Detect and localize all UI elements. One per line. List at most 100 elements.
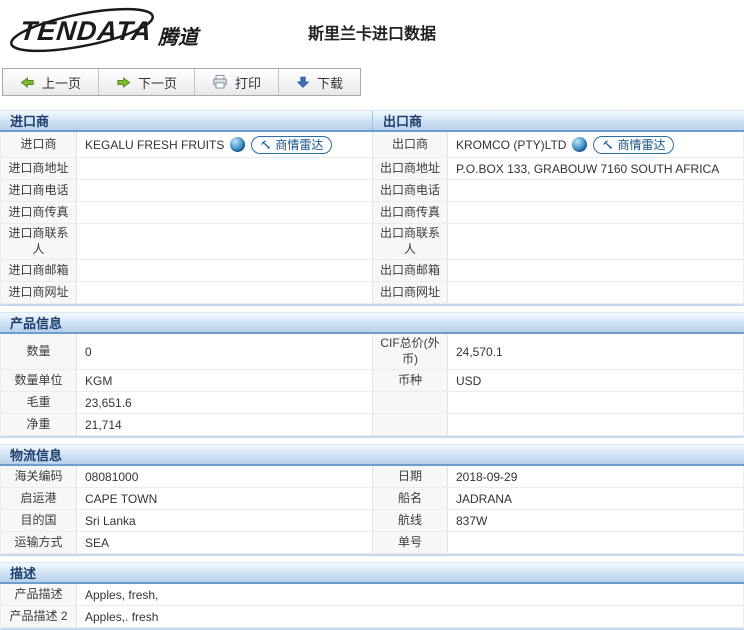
- field-value: 837W: [456, 513, 488, 528]
- table-row: 数量单位 KGM 币种 USD: [1, 370, 743, 393]
- field-value: JADRANA: [456, 491, 513, 506]
- globe-icon[interactable]: [572, 137, 588, 152]
- field-value: [77, 180, 373, 201]
- next-page-button[interactable]: 下一页: [98, 69, 194, 95]
- field-value: 08081000: [77, 466, 373, 488]
- toolbar: 上一页 下一页 打印 下载: [2, 68, 362, 96]
- table-row: 产品描述 2 Apples,. fresh: [1, 606, 743, 629]
- field-label: 航线: [373, 510, 448, 532]
- radar-button-label: 商情雷达: [617, 138, 666, 152]
- table-row: 数量 0 CIF总价(外币) 24,570.1: [1, 334, 743, 371]
- field-label: 进口商传真: [1, 202, 77, 223]
- field-label: 出口商: [373, 132, 448, 157]
- section-product: 产品信息 数量 0 CIF总价(外币) 24,570.1 数量单位 KGM 币种 USD 毛重 23…: [0, 312, 744, 439]
- table-row: 进口商传真 出口商传真: [1, 202, 743, 224]
- download-label: 下载: [317, 75, 344, 91]
- section-logistics: 物流信息 海关编码 08081000 日期 2018-09-29 启运港 CAPE TOWN…: [0, 444, 744, 557]
- field-value: [448, 392, 743, 413]
- arrow-left-icon: [20, 76, 34, 88]
- field-value: 2018-09-29: [456, 469, 518, 484]
- field-label: 海关编码: [1, 466, 77, 488]
- masthead: TENDATA 腾道 斯里兰卡进口数据: [0, 0, 744, 60]
- table-row: 进口商网址 出口商网址: [1, 282, 743, 305]
- field-value: Sri Lanka: [77, 510, 373, 532]
- field-label: 出口商传真: [373, 202, 448, 223]
- field-value: [77, 260, 373, 282]
- field-label: 进口商电话: [1, 180, 77, 201]
- next-page-label: 下一页: [138, 75, 178, 91]
- radar-button[interactable]: 商情雷达: [593, 135, 675, 154]
- field-label: 进口商地址: [1, 158, 77, 179]
- field-value: Apples,. fresh: [85, 609, 159, 624]
- field-value: [448, 260, 743, 281]
- radar-button-label: 商情雷达: [275, 138, 324, 152]
- section-header-trader: 进口商 出口商: [0, 110, 744, 132]
- field-label: 进口商网址: [1, 282, 77, 304]
- field-label: 币种: [373, 370, 448, 392]
- printer-icon: [213, 75, 227, 89]
- field-label: [373, 392, 448, 414]
- field-value: 0: [77, 334, 373, 370]
- download-button[interactable]: 下载: [278, 69, 360, 95]
- field-value: 23,651.6: [77, 392, 373, 414]
- field-value: CAPE TOWN: [77, 488, 373, 510]
- section-header-description: 描述: [0, 562, 744, 585]
- field-label: 目的国: [1, 510, 77, 532]
- importer-name: KEGALU FRESH FRUITS: [85, 137, 225, 152]
- field-label: 船名: [373, 488, 448, 510]
- field-label: 毛重: [1, 392, 77, 414]
- radar-button[interactable]: 商情雷达: [251, 135, 333, 154]
- field-value: P.O.BOX 133, GRABOUW 7160 SOUTH AFRICA: [456, 161, 720, 176]
- field-value: USD: [456, 373, 482, 388]
- section-rows: 数量 0 CIF总价(外币) 24,570.1 数量单位 KGM 币种 USD 毛重 23,651…: [0, 334, 744, 439]
- field-label: 单号: [373, 532, 448, 554]
- field-value: KROMCO (PTY)LTD 商情雷达: [448, 132, 743, 157]
- table-row: 毛重 23,651.6: [1, 392, 743, 415]
- section-header-logistics: 物流信息: [0, 444, 744, 467]
- section-header-importer: 进口商: [0, 111, 373, 130]
- detail-sections: 进口商 出口商 进口商 KEGALU FRESH FRUITS 商情雷达 出口商 KROMC…: [0, 110, 744, 630]
- field-label: 进口商: [1, 132, 77, 157]
- print-button[interactable]: 打印: [194, 69, 278, 95]
- field-value: KGM: [77, 370, 373, 392]
- field-value: [77, 202, 373, 223]
- field-label: [373, 414, 448, 436]
- field-label: 数量单位: [1, 370, 77, 392]
- section-description: 描述 产品描述 Apples, fresh, 产品描述 2 Apples,. fresh: [0, 562, 744, 630]
- prev-page-button[interactable]: 上一页: [3, 69, 98, 95]
- field-label: 运输方式: [1, 532, 77, 554]
- field-value: Apples, fresh,: [85, 587, 159, 602]
- section-rows: 进口商 KEGALU FRESH FRUITS 商情雷达 出口商 KROMCO (PTY…: [0, 132, 744, 307]
- field-label: 出口商电话: [373, 180, 448, 201]
- field-value: SEA: [77, 532, 373, 554]
- field-value: [448, 282, 743, 303]
- field-label: CIF总价(外币): [373, 334, 448, 370]
- section-rows: 海关编码 08081000 日期 2018-09-29 启运港 CAPE TOWN 船名 JA…: [0, 466, 744, 557]
- print-label: 打印: [235, 75, 262, 91]
- field-value: 24,570.1: [456, 344, 503, 359]
- radar-icon: [603, 140, 613, 149]
- field-value: [448, 414, 743, 435]
- field-label: 产品描述: [1, 584, 77, 606]
- field-label: 产品描述 2: [1, 606, 77, 628]
- section-trader: 进口商 出口商 进口商 KEGALU FRESH FRUITS 商情雷达 出口商 KROMC…: [0, 110, 744, 307]
- field-label: 净重: [1, 414, 77, 436]
- arrow-down-icon: [296, 76, 310, 88]
- field-label: 进口商联系人: [1, 224, 77, 260]
- section-rows: 产品描述 Apples, fresh, 产品描述 2 Apples,. fresh: [0, 584, 744, 630]
- table-row: 海关编码 08081000 日期 2018-09-29: [1, 466, 743, 489]
- field-value: [448, 202, 743, 223]
- globe-icon[interactable]: [230, 137, 246, 152]
- field-label: 出口商地址: [373, 158, 448, 179]
- radar-icon: [261, 140, 271, 149]
- table-row: 产品描述 Apples, fresh,: [1, 584, 743, 607]
- page-title: 斯里兰卡进口数据: [307, 26, 436, 43]
- table-row: 启运港 CAPE TOWN 船名 JADRANA: [1, 488, 743, 511]
- field-label: 进口商邮箱: [1, 260, 77, 282]
- arrow-right-icon: [117, 76, 131, 88]
- field-value: [448, 224, 743, 259]
- table-row: 进口商地址 出口商地址 P.O.BOX 133, GRABOUW 7160 SOUT…: [1, 158, 743, 180]
- table-row: 目的国 Sri Lanka 航线 837W: [1, 510, 743, 533]
- field-label: 日期: [373, 466, 448, 488]
- table-row: 净重 21,714: [1, 414, 743, 437]
